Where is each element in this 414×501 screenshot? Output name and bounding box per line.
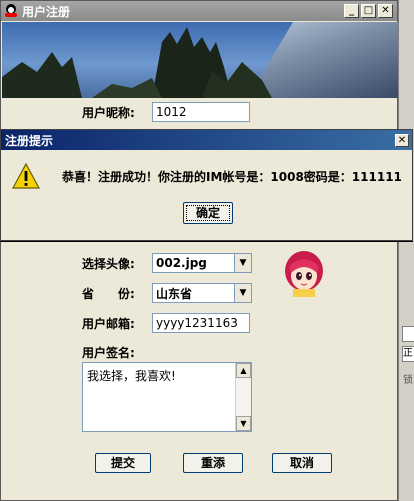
register-window: 用户注册 _ □ ✕ 用户昵称: 1012 选择头像: 002.jpg ▼ 省 … [0, 0, 398, 501]
window-titlebar[interactable]: 用户注册 _ □ ✕ [1, 1, 397, 21]
header-banner-image [2, 22, 398, 98]
background-window-edge: 正 锁 [398, 0, 414, 501]
avatar-select[interactable]: 002.jpg ▼ [152, 253, 252, 273]
nickname-row: 用户昵称: 1012 [82, 102, 250, 122]
dialog-title: 注册提示 [5, 133, 54, 148]
register-success-dialog: 注册提示 ✕ 恭喜！注册成功！你注册的IM帐号是：1008密码是：111111 … [0, 129, 413, 241]
screen: 正 锁 用户注册 _ □ ✕ 用户昵称: 1012 选择头像: 002.jpg … [0, 0, 414, 501]
email-row: 用户邮箱: yyyy1231163 [82, 313, 250, 333]
cancel-button[interactable]: 取消 [272, 453, 332, 473]
background-frag-3: 锁 [403, 375, 413, 386]
avatar-preview-image [285, 251, 323, 297]
scroll-up-icon[interactable]: ▲ [236, 363, 251, 378]
ok-button[interactable]: 确定 [183, 202, 233, 224]
nickname-label: 用户昵称: [82, 105, 135, 120]
warning-icon [12, 163, 40, 189]
signature-label: 用户签名: [82, 346, 135, 360]
email-input[interactable]: yyyy1231163 [152, 313, 250, 333]
province-label: 省 份: [82, 286, 135, 301]
close-button[interactable]: ✕ [378, 4, 393, 18]
signature-row: 用户签名: [82, 344, 135, 361]
background-frag-1 [402, 326, 414, 342]
chevron-down-icon[interactable]: ▼ [234, 254, 251, 272]
province-row: 省 份: 山东省 ▼ [82, 283, 252, 303]
avatar-row: 选择头像: 002.jpg ▼ [82, 253, 252, 273]
avatar-label: 选择头像: [82, 256, 135, 271]
minimize-button[interactable]: _ [344, 4, 359, 18]
nickname-input[interactable]: 1012 [152, 102, 250, 122]
window-controls: _ □ ✕ [344, 4, 397, 18]
dialog-titlebar[interactable]: 注册提示 ✕ [1, 130, 412, 150]
maximize-button[interactable]: □ [361, 4, 376, 18]
signature-text: 我选择，我喜欢! [87, 369, 176, 383]
scroll-down-icon[interactable]: ▼ [236, 416, 251, 431]
trees-silhouette [2, 27, 272, 98]
background-frag-2: 正 [402, 346, 414, 362]
dialog-close-button[interactable]: ✕ [395, 133, 409, 147]
avatar-select-value: 002.jpg [156, 256, 207, 270]
email-label: 用户邮箱: [82, 316, 135, 331]
province-select-value: 山东省 [156, 286, 193, 301]
window-title: 用户注册 [22, 4, 71, 19]
signature-textarea[interactable]: 我选择，我喜欢! ▲ ▼ [82, 362, 252, 432]
signature-scrollbar[interactable]: ▲ ▼ [235, 363, 251, 431]
dialog-message: 恭喜！注册成功！你注册的IM帐号是：1008密码是：111111 [62, 170, 402, 184]
reset-button[interactable]: 重添 [183, 453, 243, 473]
qq-penguin-icon [4, 4, 18, 18]
submit-button[interactable]: 提交 [95, 453, 151, 473]
province-select[interactable]: 山东省 ▼ [152, 283, 252, 303]
chevron-down-icon[interactable]: ▼ [234, 284, 251, 302]
